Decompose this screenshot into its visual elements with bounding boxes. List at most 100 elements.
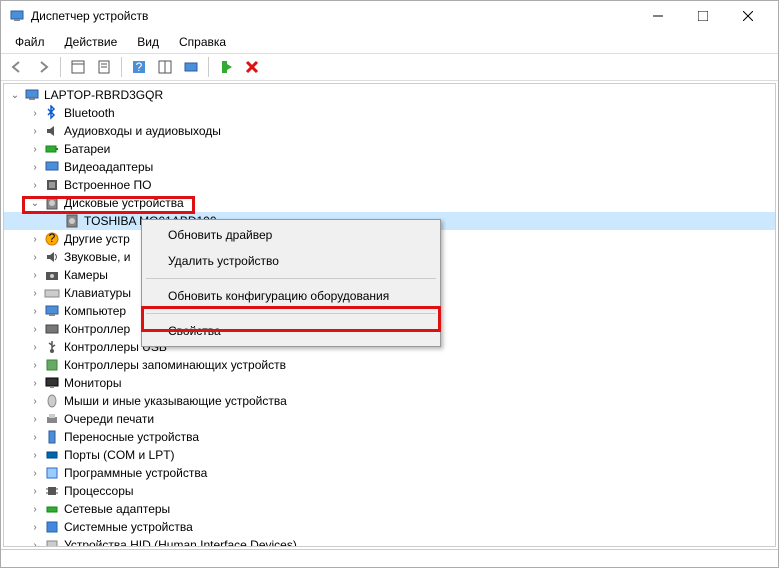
expander-icon[interactable]: › <box>28 178 42 192</box>
software-icon <box>44 465 60 481</box>
expander-icon[interactable]: › <box>28 412 42 426</box>
expander-icon[interactable]: › <box>28 304 42 318</box>
expander-icon[interactable]: ⌄ <box>8 88 22 102</box>
printer-icon <box>44 411 60 427</box>
tree-category[interactable]: › Сетевые адаптеры <box>4 500 775 518</box>
menu-view[interactable]: Вид <box>129 33 167 51</box>
network-icon <box>44 501 60 517</box>
bluetooth-icon <box>44 105 60 121</box>
computer-icon <box>44 303 60 319</box>
toolbar: ? <box>1 53 778 81</box>
context-menu-item[interactable]: Удалить устройство <box>144 248 438 274</box>
expander-icon[interactable]: › <box>28 142 42 156</box>
expander-icon[interactable]: › <box>28 358 42 372</box>
tree-category[interactable]: ›Мыши и иные указывающие устройства <box>4 392 775 410</box>
context-menu-separator <box>146 278 436 279</box>
tree-category[interactable]: ›Аудиовходы и аудиовыходы <box>4 122 775 140</box>
menu-action[interactable]: Действие <box>57 33 126 51</box>
node-label: LAPTOP-RBRD3GQR <box>44 88 163 102</box>
expander-icon[interactable]: › <box>28 232 42 246</box>
uninstall-button[interactable] <box>240 55 264 79</box>
tree-category[interactable]: ›Системные устройства <box>4 518 775 536</box>
expander-icon[interactable]: ⌄ <box>28 196 42 210</box>
battery-icon <box>44 141 60 157</box>
keyboard-icon <box>44 285 60 301</box>
tree-category[interactable]: › Мониторы <box>4 374 775 392</box>
expander-icon[interactable]: › <box>28 430 42 444</box>
scan-button[interactable] <box>179 55 203 79</box>
menu-file[interactable]: Файл <box>7 33 53 51</box>
help-button[interactable]: ? <box>127 55 151 79</box>
show-hide-button[interactable] <box>66 55 90 79</box>
context-menu-item[interactable]: Свойства <box>144 318 438 344</box>
expander-icon[interactable]: › <box>28 124 42 138</box>
statusbar <box>1 549 778 567</box>
node-label: Сетевые адаптеры <box>64 502 170 516</box>
node-label: Переносные устройства <box>64 430 199 444</box>
expander-icon[interactable]: › <box>28 322 42 336</box>
update-button[interactable] <box>214 55 238 79</box>
node-label: Контроллер <box>64 322 130 336</box>
expander-icon[interactable]: › <box>28 268 42 282</box>
expander-icon[interactable]: › <box>28 448 42 462</box>
expander-icon[interactable]: › <box>28 520 42 534</box>
app-icon <box>9 8 25 24</box>
system-icon <box>44 519 60 535</box>
sound-icon <box>44 249 60 265</box>
node-label: Контроллеры запоминающих устройств <box>64 358 286 372</box>
expander-icon[interactable]: › <box>28 160 42 174</box>
tree-category[interactable]: ›Видеоадаптеры <box>4 158 775 176</box>
svg-text:?: ? <box>49 231 56 245</box>
tree-category[interactable]: ›Батареи <box>4 140 775 158</box>
tree-category[interactable]: ⌄ Дисковые устройства <box>4 194 775 212</box>
context-menu-item[interactable]: Обновить драйвер <box>144 222 438 248</box>
computer-icon <box>24 87 40 103</box>
expander-icon[interactable]: › <box>28 394 42 408</box>
storage-icon <box>44 357 60 373</box>
tree-category[interactable]: ›Bluetooth <box>4 104 775 122</box>
expander-icon[interactable]: › <box>28 502 42 516</box>
context-menu-item[interactable]: Обновить конфигурацию оборудования <box>144 283 438 309</box>
toolbar-separator <box>121 57 122 77</box>
forward-button[interactable] <box>31 55 55 79</box>
tree-category[interactable]: › Процессоры <box>4 482 775 500</box>
node-label: Компьютер <box>64 304 126 318</box>
close-button[interactable] <box>725 1 770 31</box>
expander-icon[interactable]: › <box>28 466 42 480</box>
node-label: Клавиатуры <box>64 286 131 300</box>
expander-icon[interactable]: › <box>28 376 42 390</box>
context-menu: Обновить драйверУдалить устройство Обнови… <box>141 219 441 347</box>
node-label: Мониторы <box>64 376 121 390</box>
menu-help[interactable]: Справка <box>171 33 234 51</box>
tree-category[interactable]: ›Устройства HID (Human Interface Devices… <box>4 536 775 547</box>
context-menu-separator <box>146 313 436 314</box>
node-label: Камеры <box>64 268 108 282</box>
svg-text:?: ? <box>136 60 143 74</box>
tree-category[interactable]: ›Встроенное ПО <box>4 176 775 194</box>
node-label: Процессоры <box>64 484 134 498</box>
toolbar-separator <box>60 57 61 77</box>
titlebar: Диспетчер устройств <box>1 1 778 31</box>
tree-category[interactable]: ›Программные устройства <box>4 464 775 482</box>
expander-icon[interactable]: › <box>28 250 42 264</box>
tree-category[interactable]: ›Порты (COM и LPT) <box>4 446 775 464</box>
tree-root-node[interactable]: ⌄ LAPTOP-RBRD3GQR <box>4 86 775 104</box>
expander-icon[interactable]: › <box>28 286 42 300</box>
minimize-button[interactable] <box>635 1 680 31</box>
other-icon: ? <box>44 231 60 247</box>
expander-icon[interactable]: › <box>28 484 42 498</box>
expander-icon[interactable]: › <box>28 340 42 354</box>
back-button[interactable] <box>5 55 29 79</box>
port-icon <box>44 447 60 463</box>
audio-icon <box>44 123 60 139</box>
properties-button[interactable] <box>92 55 116 79</box>
tree-category[interactable]: › Переносные устройства <box>4 428 775 446</box>
tree-category[interactable]: › Контроллеры запоминающих устройств <box>4 356 775 374</box>
maximize-button[interactable] <box>680 1 725 31</box>
expander-icon[interactable]: › <box>28 106 42 120</box>
expander-icon[interactable]: › <box>28 538 42 547</box>
node-label: Дисковые устройства <box>64 196 184 210</box>
usb-icon <box>44 339 60 355</box>
tree-category[interactable]: ›Очереди печати <box>4 410 775 428</box>
action-button[interactable] <box>153 55 177 79</box>
